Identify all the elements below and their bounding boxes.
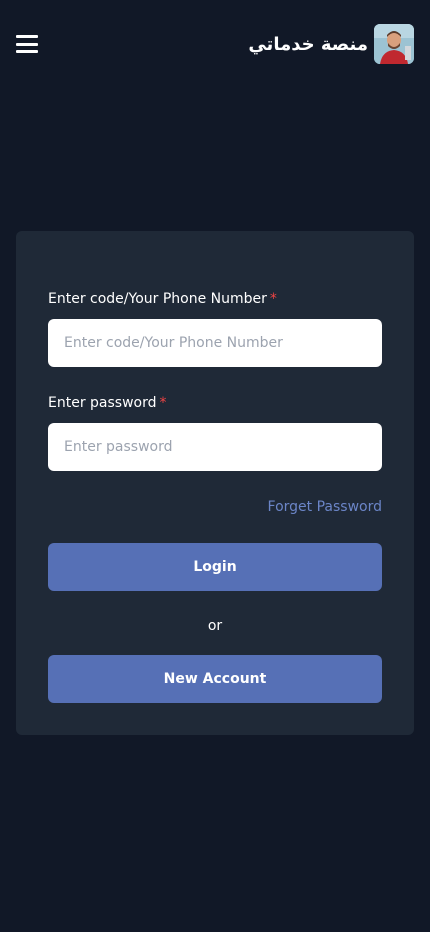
- login-button[interactable]: Login: [48, 543, 382, 591]
- avatar: [374, 24, 414, 64]
- phone-label: Enter code/Your Phone Number *: [48, 291, 277, 307]
- password-label: Enter password *: [48, 395, 167, 411]
- user-avatar-icon: [374, 24, 414, 64]
- phone-input[interactable]: [48, 319, 382, 367]
- required-mark: *: [159, 395, 167, 411]
- or-divider-text: or: [207, 618, 223, 634]
- required-mark: *: [269, 291, 277, 307]
- new-account-button[interactable]: New Account: [48, 655, 382, 703]
- forget-password-link[interactable]: Forget Password: [268, 499, 382, 515]
- brand-name: منصة خدماتي: [248, 33, 368, 55]
- top-header: منصة خدماتي: [0, 0, 430, 90]
- login-card: Enter code/Your Phone Number* Enter pass…: [16, 231, 414, 735]
- hamburger-menu-icon[interactable]: [16, 35, 38, 53]
- password-input[interactable]: [48, 423, 382, 471]
- brand[interactable]: منصة خدماتي: [248, 24, 414, 64]
